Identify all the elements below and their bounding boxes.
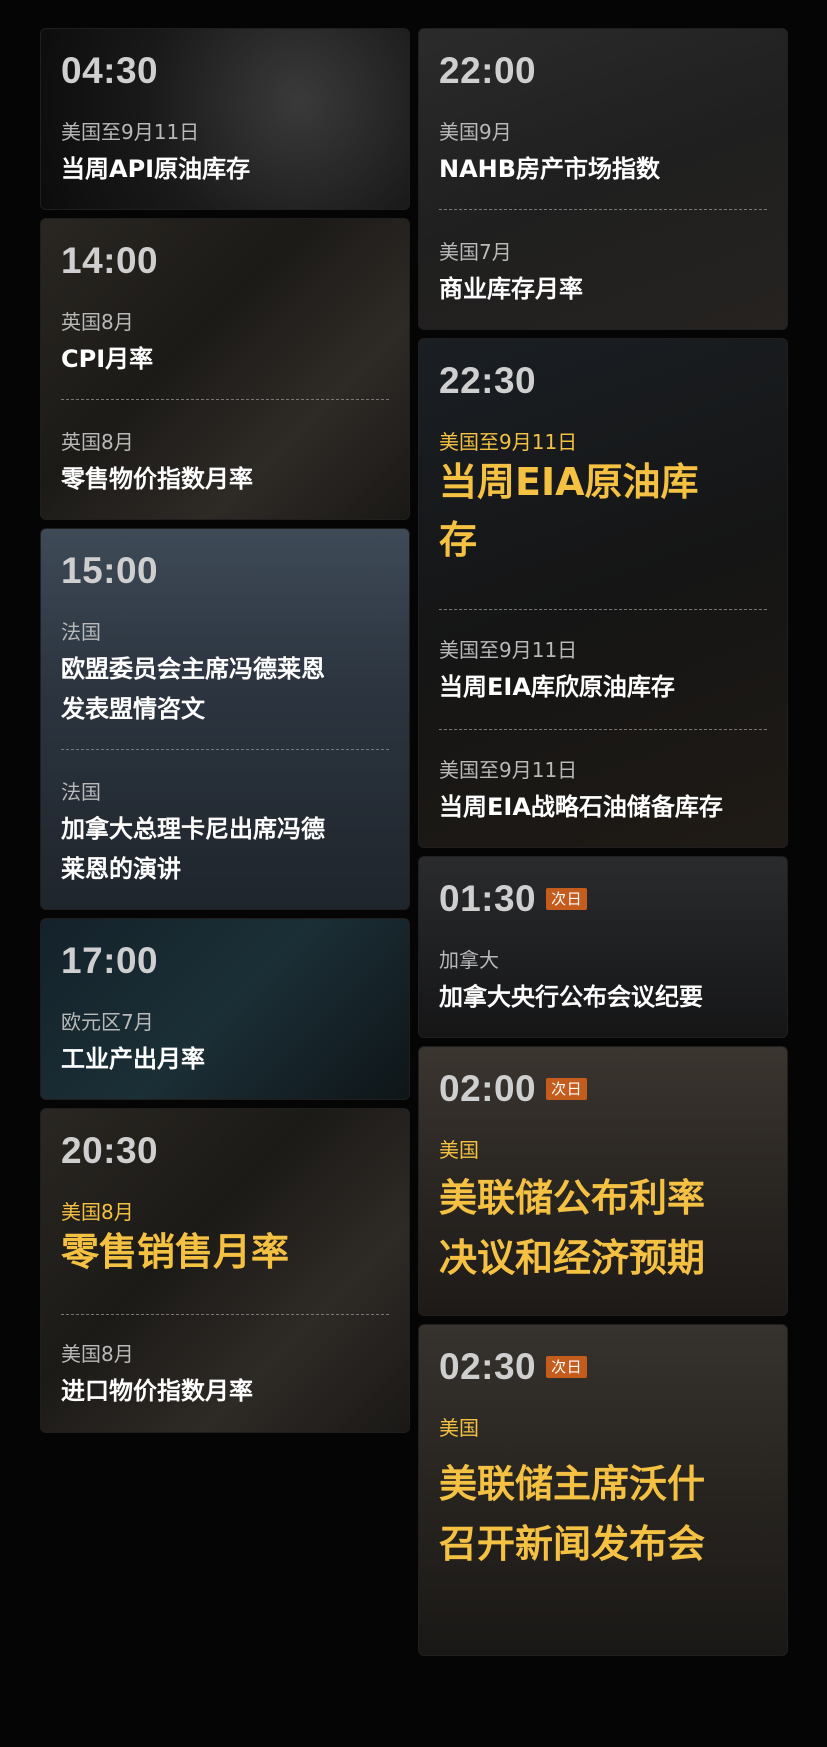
event-title: 当周EIA战略石油储备库存 xyxy=(439,793,723,821)
event-region: 美国 xyxy=(439,1416,479,1440)
next-day-badge: 次日 xyxy=(546,1356,588,1378)
event-time: 22:00 xyxy=(439,50,537,91)
event-region: 美国至9月11日 xyxy=(61,120,200,144)
event-card-1500[interactable]: 15:00 法国 欧盟委员会主席冯德莱恩 发表盟情咨文 法国 加拿大总理卡尼出席… xyxy=(40,528,410,910)
event-time: 04:30 xyxy=(61,50,159,91)
event-title: 加拿大总理卡尼出席冯德 xyxy=(61,815,325,843)
event-title: 零售物价指数月率 xyxy=(61,465,253,493)
event-time: 14:00 xyxy=(61,240,159,281)
event-region: 美国8月 xyxy=(61,1342,134,1366)
event-card-1700[interactable]: 17:00 欧元区7月 工业产出月率 xyxy=(40,918,410,1100)
separator xyxy=(439,609,767,610)
time-value: 02:00 xyxy=(439,1068,537,1109)
event-title: 发表盟情咨文 xyxy=(61,695,205,723)
event-time: 02:30 次日 xyxy=(439,1347,767,1387)
event-card-2230[interactable]: 22:30 美国至9月11日 当周EIA原油库 存 美国至9月11日 当周EIA… xyxy=(418,338,788,848)
event-region: 美国8月 xyxy=(61,1200,134,1224)
separator xyxy=(61,749,389,750)
event-region: 英国8月 xyxy=(61,310,134,334)
event-region: 美国至9月11日 xyxy=(439,638,578,662)
event-title-highlight: 当周EIA原油库 xyxy=(439,460,699,504)
event-region: 美国9月 xyxy=(439,120,512,144)
event-time: 15:00 xyxy=(61,550,159,591)
separator xyxy=(61,1314,389,1315)
event-title-highlight: 美联储主席沃什 xyxy=(439,1462,706,1506)
separator xyxy=(439,209,767,210)
event-time: 02:00 次日 xyxy=(439,1069,767,1109)
event-title-highlight: 美联储公布利率 xyxy=(439,1176,706,1220)
event-region: 英国8月 xyxy=(61,430,134,454)
event-time: 01:30 次日 xyxy=(439,879,767,919)
event-card-1400[interactable]: 14:00 英国8月 CPI月率 英国8月 零售物价指数月率 xyxy=(40,218,410,520)
time-value: 01:30 xyxy=(439,878,537,919)
event-region: 美国至9月11日 xyxy=(439,430,578,454)
event-title: 欧盟委员会主席冯德莱恩 xyxy=(61,655,325,683)
event-card-2030[interactable]: 20:30 美国8月 零售销售月率 美国8月 进口物价指数月率 xyxy=(40,1108,410,1433)
event-card-2200[interactable]: 22:00 美国9月 NAHB房产市场指数 美国7月 商业库存月率 xyxy=(418,28,788,330)
separator xyxy=(61,399,389,400)
event-region: 法国 xyxy=(61,780,101,804)
event-title: 商业库存月率 xyxy=(439,275,583,303)
time-value: 02:30 xyxy=(439,1346,537,1387)
event-region: 加拿大 xyxy=(439,948,499,972)
event-title: 当周EIA库欣原油库存 xyxy=(439,673,675,701)
event-title: 工业产出月率 xyxy=(61,1045,205,1073)
event-region: 欧元区7月 xyxy=(61,1010,154,1034)
next-day-badge: 次日 xyxy=(546,1078,588,1100)
event-title: 进口物价指数月率 xyxy=(61,1377,253,1405)
event-title-highlight: 存 xyxy=(439,518,478,562)
event-title: 莱恩的演讲 xyxy=(61,855,181,883)
event-region: 美国7月 xyxy=(439,240,512,264)
event-time: 17:00 xyxy=(61,940,159,981)
separator xyxy=(439,729,767,730)
next-day-badge: 次日 xyxy=(546,888,588,910)
event-card-0200[interactable]: 02:00 次日 美国 美联储公布利率 决议和经济预期 xyxy=(418,1046,788,1316)
event-region: 美国至9月11日 xyxy=(439,758,578,782)
event-region: 美国 xyxy=(439,1138,479,1162)
event-card-0130[interactable]: 01:30 次日 加拿大 加拿大央行公布会议纪要 xyxy=(418,856,788,1038)
event-title: NAHB房产市场指数 xyxy=(439,155,661,183)
event-card-0230[interactable]: 02:30 次日 美国 美联储主席沃什 召开新闻发布会 xyxy=(418,1324,788,1656)
event-region: 法国 xyxy=(61,620,101,644)
event-time: 20:30 xyxy=(61,1130,159,1171)
event-title-highlight: 零售销售月率 xyxy=(61,1230,290,1274)
event-title: 加拿大央行公布会议纪要 xyxy=(439,983,703,1011)
event-title-highlight: 召开新闻发布会 xyxy=(439,1522,706,1566)
event-time: 22:30 xyxy=(439,360,537,401)
event-card-0430[interactable]: 04:30 美国至9月11日 当周API原油库存 xyxy=(40,28,410,210)
event-title-highlight: 决议和经济预期 xyxy=(439,1236,706,1280)
event-title: CPI月率 xyxy=(61,345,154,373)
event-title: 当周API原油库存 xyxy=(61,155,251,183)
